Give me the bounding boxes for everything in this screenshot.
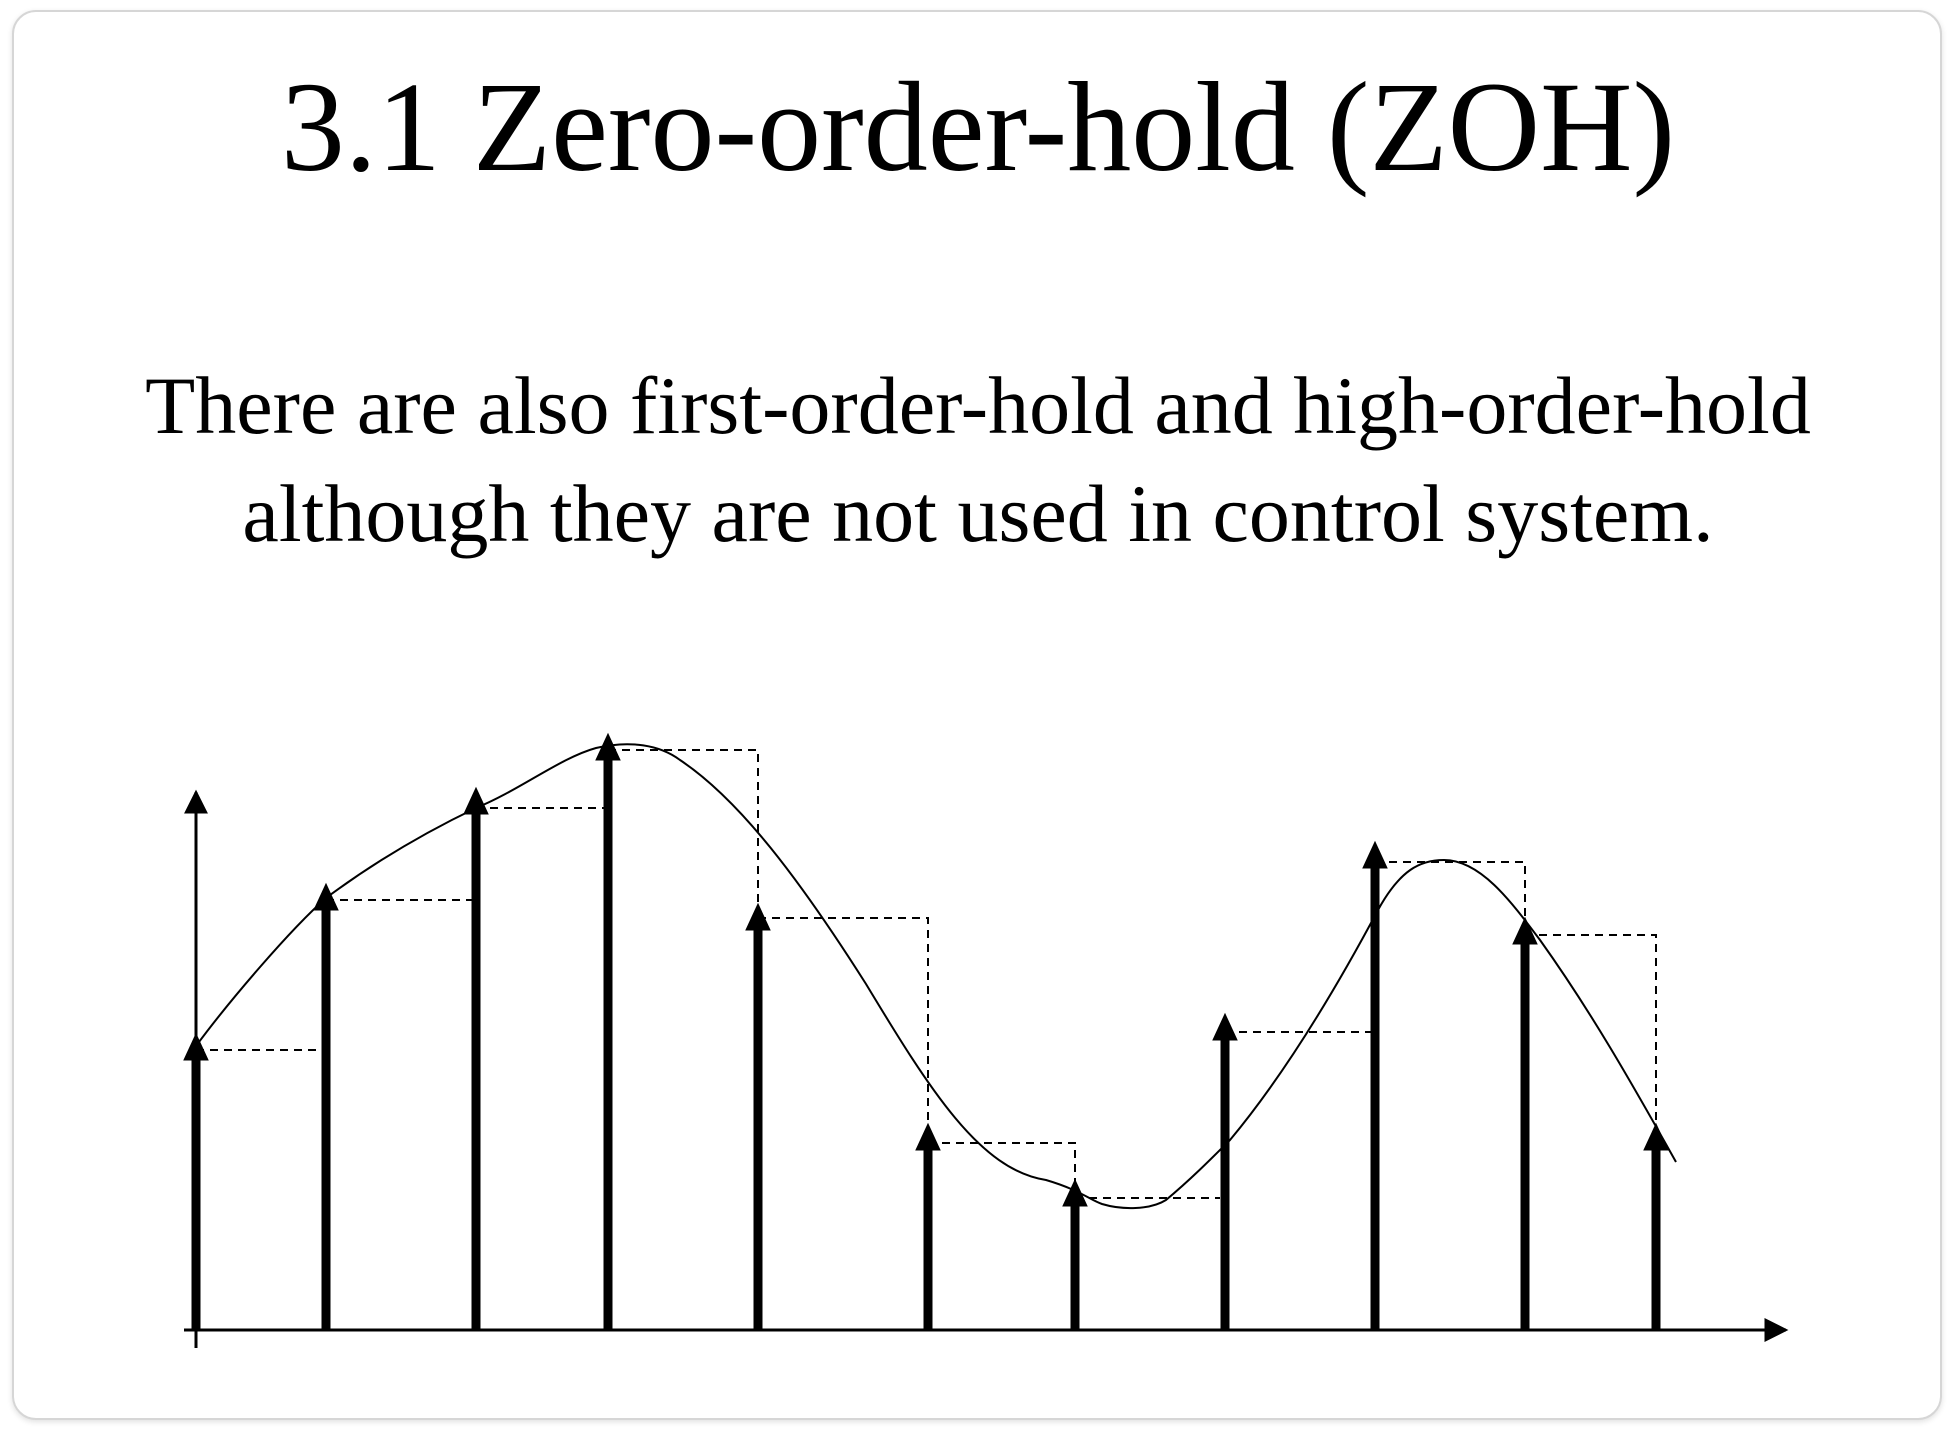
impulse-arrowhead xyxy=(313,882,339,911)
zoh-diagram xyxy=(183,732,1789,1348)
continuous-signal-curve xyxy=(195,743,1677,1210)
impulse-arrowhead xyxy=(463,786,489,815)
impulse-arrowhead xyxy=(183,1032,209,1061)
impulse-arrowhead xyxy=(1212,1012,1238,1041)
hold-step-10 xyxy=(1525,934,1657,1135)
hold-step-5 xyxy=(758,917,929,1143)
impulse-arrowhead xyxy=(915,1122,941,1151)
hold-step-6 xyxy=(928,1142,1076,1198)
sample-impulses xyxy=(183,732,1669,1330)
impulse-arrowhead xyxy=(745,902,771,931)
impulse-arrowhead xyxy=(1643,1122,1669,1151)
hold-step-4 xyxy=(608,749,759,918)
hold-step-9 xyxy=(1375,861,1526,935)
impulse-arrowhead xyxy=(1362,840,1388,869)
impulse-arrowhead xyxy=(1062,1178,1088,1207)
